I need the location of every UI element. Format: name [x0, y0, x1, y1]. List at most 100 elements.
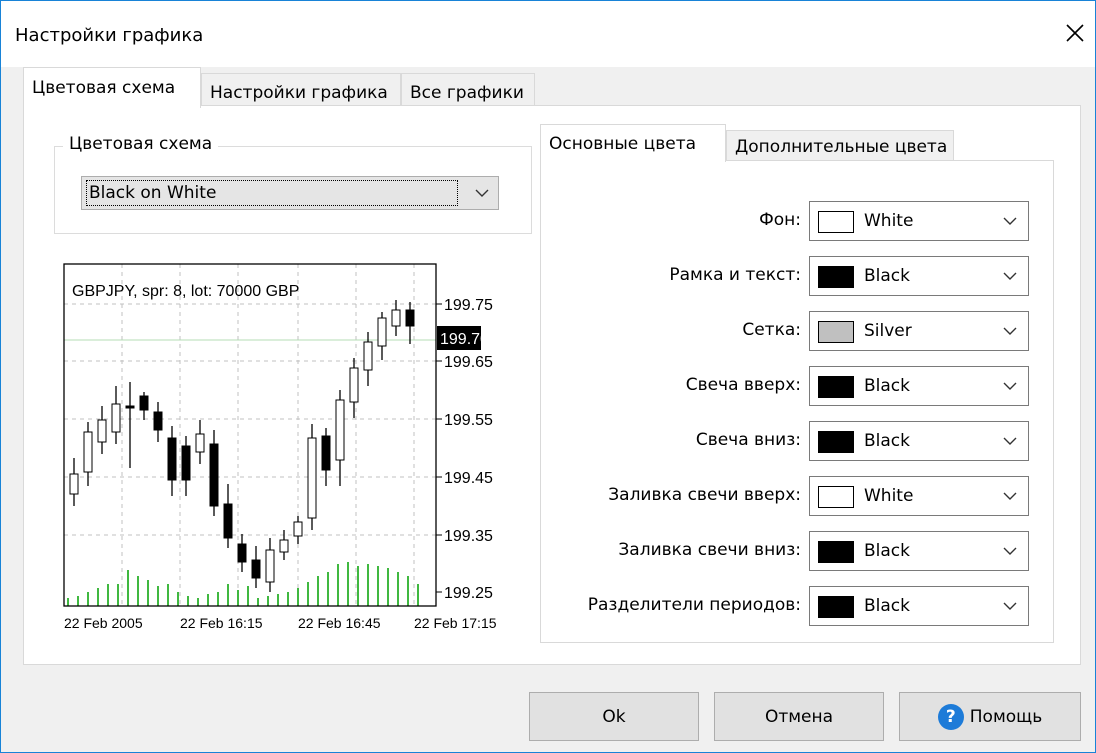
- tab-label: Дополнительные цвета: [735, 136, 948, 157]
- close-button[interactable]: [1057, 15, 1093, 51]
- color-name: Black: [864, 376, 910, 396]
- candle-down: [181, 445, 191, 481]
- candle-up: [265, 549, 275, 583]
- price-label: 199.45: [444, 470, 493, 487]
- color-row-label: Сетка:: [742, 320, 801, 340]
- color-row-label: Рамка и текст:: [669, 265, 801, 285]
- chevron-down-icon: [1003, 602, 1017, 610]
- scheme-group-label: Цветовая схема: [63, 134, 219, 154]
- scheme-groupbox: Цветовая схема Black on White: [54, 134, 532, 234]
- chart-settings-dialog: Настройки графика Цветовая схема Настрой…: [0, 0, 1096, 753]
- candle-down: [251, 559, 261, 579]
- color-swatch: [818, 211, 854, 233]
- color-swatch: [818, 486, 854, 508]
- color-name: Black: [864, 596, 910, 616]
- cancel-button[interactable]: Отмена: [714, 692, 884, 741]
- color-row-label: Фон:: [759, 210, 801, 230]
- candle-up: [363, 341, 373, 371]
- candle-up: [69, 473, 79, 495]
- chevron-down-icon: [475, 189, 489, 197]
- cancel-label: Отмена: [764, 706, 834, 727]
- help-button[interactable]: ? Помощь: [899, 692, 1081, 741]
- scheme-select[interactable]: Black on White: [81, 176, 499, 210]
- chevron-down-icon: [1003, 327, 1017, 335]
- candle-up: [349, 367, 359, 403]
- ok-button[interactable]: Ok: [529, 692, 699, 741]
- candle-down: [405, 309, 415, 327]
- color-scheme-panel: Цветовая схема Black on White GBPJPY, sp…: [23, 105, 1081, 665]
- color-name: Black: [864, 431, 910, 451]
- color-name: White: [864, 486, 914, 506]
- scheme-selected-value: Black on White: [86, 180, 458, 206]
- tab-label: Все графики: [410, 82, 524, 103]
- chevron-down-icon: [1003, 492, 1017, 500]
- candle-down: [321, 435, 331, 471]
- candle-up: [279, 539, 289, 553]
- tab-main-colors[interactable]: Основные цвета: [540, 124, 726, 162]
- main-colors-panel: Фон: White Рамка и текст: Black Сетка: Silver…: [540, 160, 1054, 643]
- color-name: Black: [864, 541, 910, 561]
- color-row-label: Свеча вниз:: [695, 430, 801, 450]
- color-select[interactable]: White: [809, 201, 1029, 241]
- candle-up: [335, 399, 345, 461]
- color-swatch: [818, 596, 854, 618]
- candle-up: [97, 419, 107, 443]
- tab-color-scheme[interactable]: Цветовая схема: [23, 67, 201, 108]
- color-rows: Фон: White Рамка и текст: Black Сетка: Silver…: [541, 161, 1053, 642]
- color-select[interactable]: Black: [809, 531, 1029, 571]
- color-swatch: [818, 376, 854, 398]
- candle-down: [139, 395, 149, 411]
- color-select[interactable]: Black: [809, 421, 1029, 461]
- chevron-down-icon: [1003, 217, 1017, 225]
- candle-up: [377, 317, 387, 347]
- chart-frame: [63, 263, 437, 607]
- color-swatch: [818, 321, 854, 343]
- candle-up: [83, 431, 93, 473]
- chevron-down-icon: [1003, 382, 1017, 390]
- color-select[interactable]: Black: [809, 586, 1029, 626]
- window-title: Настройки графика: [15, 25, 204, 46]
- color-name: Black: [864, 266, 910, 286]
- candle-up: [307, 437, 317, 519]
- time-label: 22 Feb 16:15: [180, 615, 263, 631]
- chart-header: GBPJPY, spr: 8, lot: 70000 GBP: [72, 283, 299, 300]
- candle-down: [209, 443, 219, 507]
- candle-down: [125, 405, 135, 409]
- color-name: Silver: [864, 321, 912, 341]
- color-name: White: [864, 211, 914, 231]
- candle-down: [237, 543, 247, 563]
- color-swatch: [818, 266, 854, 288]
- title-bar: Настройки графика: [1, 1, 1095, 67]
- color-row-label: Заливка свечи вверх:: [608, 485, 801, 505]
- time-label: 22 Feb 2005: [64, 615, 143, 631]
- chevron-down-icon: [1003, 547, 1017, 555]
- price-label: 199.65: [444, 354, 493, 371]
- time-label: 22 Feb 17:15: [414, 615, 497, 631]
- color-select[interactable]: White: [809, 476, 1029, 516]
- color-row-label: Заливка свечи вниз:: [618, 540, 801, 560]
- tab-label: Цветовая схема: [32, 78, 176, 98]
- help-label: Помощь: [969, 706, 1043, 727]
- candle-up: [293, 521, 303, 537]
- tab-label: Основные цвета: [549, 133, 697, 154]
- time-label: 22 Feb 16:45: [298, 615, 381, 631]
- candle-up: [195, 433, 205, 453]
- color-select[interactable]: Black: [809, 366, 1029, 406]
- candle-down: [223, 503, 233, 539]
- price-label: 199.35: [444, 528, 493, 545]
- tab-label: Настройки графика: [210, 82, 388, 103]
- color-select[interactable]: Black: [809, 256, 1029, 296]
- help-icon: ?: [937, 703, 964, 730]
- color-row-label: Свеча вверх:: [685, 375, 801, 395]
- chevron-down-icon: [1003, 437, 1017, 445]
- candle-up: [111, 403, 121, 433]
- current-price-label: 199.70: [440, 331, 489, 348]
- color-select[interactable]: Silver: [809, 311, 1029, 351]
- price-label: 199.55: [444, 412, 493, 429]
- candle-up: [391, 309, 401, 327]
- chevron-down-icon: [1003, 272, 1017, 280]
- tab-extra-colors[interactable]: Дополнительные цвета: [726, 130, 954, 162]
- candle-down: [167, 437, 177, 481]
- close-icon: [1066, 24, 1084, 42]
- chart-preview-svg: GBPJPY, spr: 8, lot: 70000 GBP 199.75 199…: [63, 263, 497, 631]
